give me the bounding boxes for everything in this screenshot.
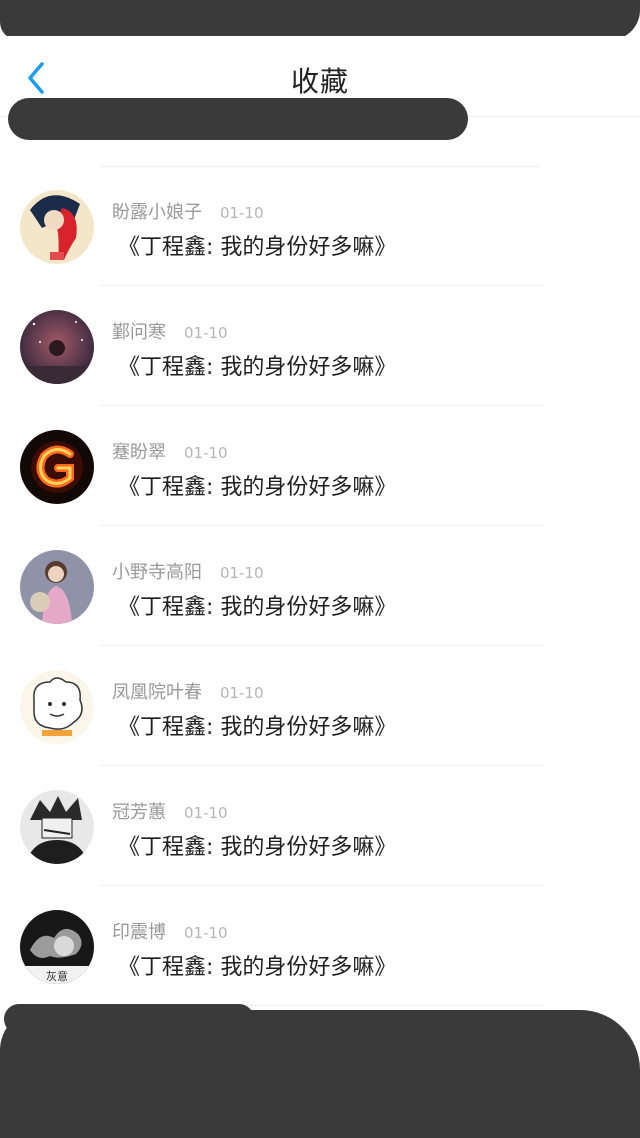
user-name: 凤凰院叶春 — [112, 682, 202, 703]
avatar-cartoon-sketch-image — [20, 670, 94, 744]
user-name-line: 冠芳蕙 01-10 — [112, 798, 228, 824]
user-name-line: 小野寺高阳 01-10 — [112, 558, 264, 584]
user-name-line: 盼露小娘子 01-10 — [112, 198, 264, 224]
timestamp: 01-10 — [184, 924, 228, 942]
avatar-anime-boy-image — [20, 790, 94, 864]
user-name: 冠芳蕙 — [112, 802, 166, 823]
list-item[interactable]: 灰意 印震博 01-10 《丁程鑫: 我的身份好多嘛》 — [0, 886, 640, 1006]
timestamp: 01-10 — [184, 324, 228, 342]
list-item[interactable]: 冠芳蕙 01-10 《丁程鑫: 我的身份好多嘛》 — [0, 766, 640, 886]
user-name: 印震博 — [112, 922, 166, 943]
user-name-line: 鄞问寒 01-10 — [112, 318, 228, 344]
redaction-scribble-bottom-edge — [4, 1004, 254, 1034]
favorites-list: 盼露小娘子 01-10 《丁程鑫: 我的身份好多嘛》 鄞问寒 01-10 《丁程… — [0, 166, 640, 1006]
user-name-line: 蹇盼翠 01-10 — [112, 438, 228, 464]
message-preview: 《丁程鑫: 我的身份好多嘛》 — [118, 355, 397, 380]
message-preview: 《丁程鑫: 我的身份好多嘛》 — [118, 475, 397, 500]
message-preview: 《丁程鑫: 我的身份好多嘛》 — [118, 235, 397, 260]
redaction-scribble-header — [8, 98, 468, 140]
avatar[interactable] — [20, 430, 94, 504]
timestamp: 01-10 — [220, 564, 264, 582]
avatar[interactable]: 灰意 — [20, 910, 94, 984]
list-item[interactable]: 小野寺高阳 01-10 《丁程鑫: 我的身份好多嘛》 — [0, 526, 640, 646]
user-name: 小野寺高阳 — [112, 562, 202, 583]
list-item[interactable]: 鄞问寒 01-10 《丁程鑫: 我的身份好多嘛》 — [0, 286, 640, 406]
avatar-caption: 灰意 — [46, 969, 68, 983]
avatar[interactable] — [20, 550, 94, 624]
avatar[interactable] — [20, 310, 94, 384]
page-title: 收藏 — [290, 65, 349, 98]
list-item[interactable]: 蹇盼翠 01-10 《丁程鑫: 我的身份好多嘛》 — [0, 406, 640, 526]
avatar-night-sky-image — [20, 310, 94, 384]
user-name: 蹇盼翠 — [112, 442, 166, 463]
user-name: 鄞问寒 — [112, 322, 166, 343]
avatar-fire-letter-g-image — [20, 430, 94, 504]
timestamp: 01-10 — [220, 684, 264, 702]
timestamp: 01-10 — [220, 204, 264, 222]
message-preview: 《丁程鑫: 我的身份好多嘛》 — [118, 835, 397, 860]
avatar[interactable] — [20, 790, 94, 864]
timestamp: 01-10 — [184, 444, 228, 462]
avatar-bw-smoke-image: 灰意 — [20, 910, 94, 984]
list-item[interactable]: 凤凰院叶春 01-10 《丁程鑫: 我的身份好多嘛》 — [0, 646, 640, 766]
favorites-page: 收藏 盼露小娘子 01-10 《丁程鑫: 我的身份好多嘛》 鄞问寒 01-10 … — [0, 0, 640, 1138]
list-item[interactable]: 盼露小娘子 01-10 《丁程鑫: 我的身份好多嘛》 — [0, 166, 640, 286]
timestamp: 01-10 — [184, 804, 228, 822]
message-preview: 《丁程鑫: 我的身份好多嘛》 — [118, 955, 397, 980]
message-preview: 《丁程鑫: 我的身份好多嘛》 — [118, 715, 397, 740]
user-name-line: 印震博 01-10 — [112, 918, 228, 944]
avatar[interactable] — [20, 190, 94, 264]
message-preview: 《丁程鑫: 我的身份好多嘛》 — [118, 595, 397, 620]
avatar[interactable] — [20, 670, 94, 744]
user-name: 盼露小娘子 — [112, 202, 202, 223]
user-name-line: 凤凰院叶春 01-10 — [112, 678, 264, 704]
avatar-pink-dress-girl-image — [20, 550, 94, 624]
avatar-red-hair-girl-image — [20, 190, 94, 264]
redaction-scribble-top — [0, 0, 640, 40]
